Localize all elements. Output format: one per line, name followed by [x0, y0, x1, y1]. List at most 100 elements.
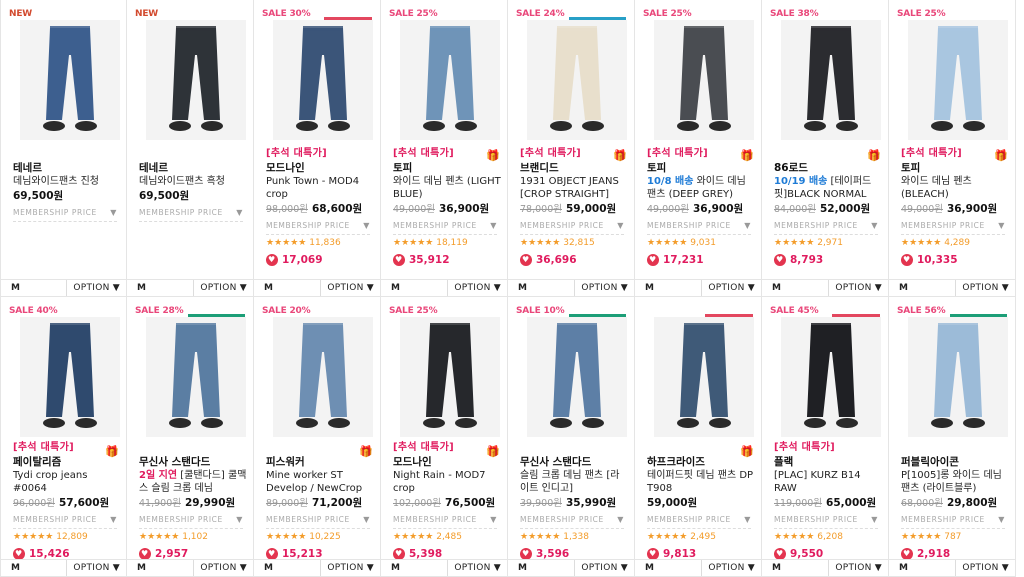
- option-dropdown[interactable]: OPTION ▼: [193, 280, 253, 296]
- product-image[interactable]: [527, 317, 627, 437]
- product-card[interactable]: SALE 40% [추석 대특가] 페이탈리즘 Tydi crop jeans …: [0, 297, 127, 577]
- brand-link[interactable]: 하프크라이즈: [647, 455, 755, 469]
- option-dropdown[interactable]: OPTION ▼: [447, 560, 507, 576]
- membership-price-toggle[interactable]: MEMBERSHIP PRICE ▼: [520, 513, 624, 529]
- brand-link[interactable]: 무신사 스탠다드: [520, 455, 628, 469]
- option-dropdown[interactable]: OPTION ▼: [320, 560, 380, 576]
- option-dropdown[interactable]: OPTION ▼: [320, 280, 380, 296]
- product-image[interactable]: [908, 317, 1008, 437]
- product-image[interactable]: [908, 20, 1008, 140]
- product-name-link[interactable]: 10/19 배송 [테이퍼드핏]BLACK NORMAL: [774, 175, 882, 201]
- brand-link[interactable]: 토피: [647, 161, 755, 175]
- membership-price-toggle[interactable]: MEMBERSHIP PRICE ▼: [13, 513, 117, 529]
- membership-price-toggle[interactable]: MEMBERSHIP PRICE ▼: [139, 513, 243, 529]
- brand-link[interactable]: 토피: [901, 161, 1009, 175]
- like-button[interactable]: 17,069: [266, 253, 374, 267]
- product-name-link[interactable]: 2일 지연 [쿨탠다드] 쿨맥스 슬림 크롭 데님: [139, 469, 247, 495]
- product-card[interactable]: SALE 30% 한정 판매 [추석 대특가] 모드나인 Punk Town -…: [254, 0, 381, 297]
- product-card[interactable]: SALE 10% 무신사 단독 무신사 스탠다드 슬림 크롭 데님 팬츠 [라이…: [508, 297, 635, 577]
- product-image[interactable]: [273, 20, 373, 140]
- product-image[interactable]: [20, 317, 120, 437]
- membership-price-toggle[interactable]: MEMBERSHIP PRICE ▼: [393, 513, 497, 529]
- product-name-link[interactable]: [PLAC] KURZ B14 RAW: [774, 469, 882, 495]
- product-name-link[interactable]: 데님와이드팬츠 흑청: [139, 175, 247, 188]
- option-dropdown[interactable]: OPTION ▼: [701, 280, 761, 296]
- product-name-link[interactable]: 데님와이드팬츠 진청: [13, 175, 120, 188]
- product-name-link[interactable]: 10/8 배송 와이드 데님 팬츠 (DEEP GREY): [647, 175, 755, 201]
- membership-price-toggle[interactable]: MEMBERSHIP PRICE ▼: [647, 219, 751, 235]
- product-image[interactable]: [781, 317, 881, 437]
- membership-price-toggle[interactable]: MEMBERSHIP PRICE ▼: [901, 513, 1005, 529]
- product-image[interactable]: [400, 317, 500, 437]
- product-card[interactable]: SALE 25% [추석 대특가] 토피 와이드 데님 펜츠 (BLEACH) …: [889, 0, 1016, 297]
- like-button[interactable]: 17,231: [647, 253, 755, 267]
- membership-price-toggle[interactable]: MEMBERSHIP PRICE ▼: [266, 219, 370, 235]
- product-image[interactable]: [20, 20, 120, 140]
- product-image[interactable]: [654, 20, 754, 140]
- brand-link[interactable]: 페이탈리즘: [13, 455, 120, 469]
- membership-price-toggle[interactable]: MEMBERSHIP PRICE ▼: [393, 219, 497, 235]
- product-name-link[interactable]: Punk Town - MOD4 crop: [266, 175, 374, 201]
- membership-price-toggle[interactable]: MEMBERSHIP PRICE ▼: [774, 513, 878, 529]
- option-dropdown[interactable]: OPTION ▼: [447, 280, 507, 296]
- option-dropdown[interactable]: OPTION ▼: [828, 280, 888, 296]
- brand-link[interactable]: 피스워커: [266, 455, 374, 469]
- product-name-link[interactable]: Tydi crop jeans #0064: [13, 469, 120, 495]
- product-card[interactable]: 한정 판매 하프크라이즈 테이퍼드핏 데님 팬츠 DP T908 59,000원…: [635, 297, 762, 577]
- option-dropdown[interactable]: OPTION ▼: [955, 280, 1015, 296]
- product-image[interactable]: [654, 317, 754, 437]
- option-dropdown[interactable]: OPTION ▼: [66, 560, 126, 576]
- membership-price-toggle[interactable]: MEMBERSHIP PRICE ▼: [901, 219, 1005, 235]
- product-name-link[interactable]: P[1005]롱 와이드 데님 팬츠 (라이트블루): [901, 469, 1009, 495]
- brand-link[interactable]: 퍼블릭아이콘: [901, 455, 1009, 469]
- product-name-link[interactable]: 1931 OBJECT JEANS [CROP STRAIGHT]: [520, 175, 628, 201]
- option-dropdown[interactable]: OPTION ▼: [574, 280, 634, 296]
- product-name-link[interactable]: Mine worker ST Develop / NewCrop: [266, 469, 374, 495]
- membership-price-toggle[interactable]: MEMBERSHIP PRICE ▼: [13, 206, 117, 222]
- membership-price-toggle[interactable]: MEMBERSHIP PRICE ▼: [139, 206, 243, 222]
- brand-link[interactable]: 테네르: [139, 161, 247, 175]
- product-card[interactable]: SALE 20% 피스워커 Mine worker ST Develop / N…: [254, 297, 381, 577]
- product-image[interactable]: [146, 20, 246, 140]
- membership-price-toggle[interactable]: MEMBERSHIP PRICE ▼: [774, 219, 878, 235]
- option-dropdown[interactable]: OPTION ▼: [193, 560, 253, 576]
- membership-price-toggle[interactable]: MEMBERSHIP PRICE ▼: [520, 219, 624, 235]
- option-dropdown[interactable]: OPTION ▼: [66, 280, 126, 296]
- like-button[interactable]: 36,696: [520, 253, 628, 267]
- product-card[interactable]: SALE 24% 온라인 단독 [추석 대특가] 브랜디드 1931 OBJEC…: [508, 0, 635, 297]
- product-name-link[interactable]: 와이드 데님 펜츠 (BLEACH): [901, 175, 1009, 201]
- brand-link[interactable]: 86로드: [774, 161, 882, 175]
- brand-link[interactable]: 브랜디드: [520, 161, 628, 175]
- product-image[interactable]: [146, 317, 246, 437]
- product-card[interactable]: SALE 45% 한정 판매 [추석 대특가] 플랙 [PLAC] KURZ B…: [762, 297, 889, 577]
- brand-link[interactable]: 토피: [393, 161, 501, 175]
- brand-link[interactable]: 플랙: [774, 455, 882, 469]
- product-image[interactable]: [400, 20, 500, 140]
- option-dropdown[interactable]: OPTION ▼: [955, 560, 1015, 576]
- product-name-link[interactable]: 와이드 데님 펜츠 (LIGHT BLUE): [393, 175, 501, 201]
- like-button[interactable]: 10,335: [901, 253, 1009, 267]
- product-card[interactable]: NEW 테네르 데님와이드팬츠 흑청 69,500원 MEMBERSHIP PR…: [127, 0, 254, 297]
- option-dropdown[interactable]: OPTION ▼: [828, 560, 888, 576]
- product-card[interactable]: SALE 25% [추석 대특가] 모드나인 Night Rain - MOD7…: [381, 297, 508, 577]
- product-card[interactable]: SALE 25% [추석 대특가] 토피 와이드 데님 펜츠 (LIGHT BL…: [381, 0, 508, 297]
- product-name-link[interactable]: 테이퍼드핏 데님 팬츠 DP T908: [647, 469, 755, 495]
- option-dropdown[interactable]: OPTION ▼: [701, 560, 761, 576]
- membership-price-toggle[interactable]: MEMBERSHIP PRICE ▼: [266, 513, 370, 529]
- product-image[interactable]: [527, 20, 627, 140]
- product-card[interactable]: NEW 테네르 데님와이드팬츠 진청 69,500원 MEMBERSHIP PR…: [0, 0, 127, 297]
- brand-link[interactable]: 테네르: [13, 161, 120, 175]
- product-name-link[interactable]: Night Rain - MOD7 crop: [393, 469, 501, 495]
- brand-link[interactable]: 모드나인: [393, 455, 501, 469]
- brand-link[interactable]: 모드나인: [266, 161, 374, 175]
- product-card[interactable]: SALE 56% 무신사 단독 퍼블릭아이콘 P[1005]롱 와이드 데님 팬…: [889, 297, 1016, 577]
- product-image[interactable]: [781, 20, 881, 140]
- product-name-link[interactable]: 슬림 크롭 데님 팬츠 [라이트 인디고]: [520, 469, 628, 495]
- brand-link[interactable]: 무신사 스탠다드: [139, 455, 247, 469]
- membership-price-toggle[interactable]: MEMBERSHIP PRICE ▼: [647, 513, 751, 529]
- option-dropdown[interactable]: OPTION ▼: [574, 560, 634, 576]
- like-button[interactable]: 8,793: [774, 253, 882, 267]
- product-image[interactable]: [273, 317, 373, 437]
- product-card[interactable]: SALE 25% [추석 대특가] 토피 10/8 배송 와이드 데님 팬츠 (…: [635, 0, 762, 297]
- product-card[interactable]: SALE 38% 86로드 10/19 배송 [테이퍼드핏]BLACK NORM…: [762, 0, 889, 297]
